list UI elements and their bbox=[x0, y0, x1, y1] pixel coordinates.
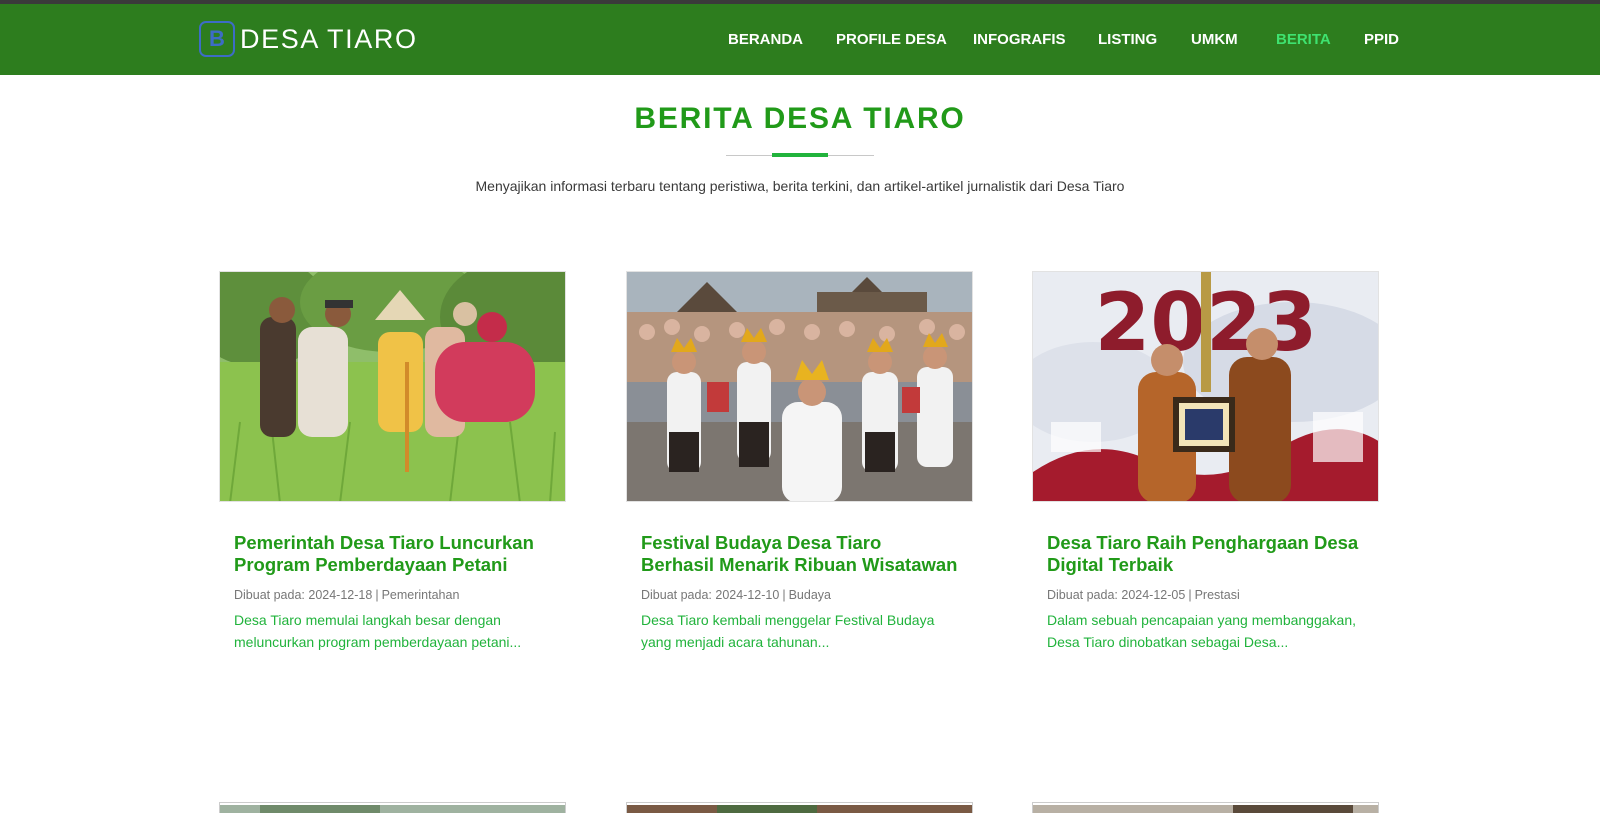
news-card-title[interactable]: Desa Tiaro Raih Penghargaan Desa Digital… bbox=[1047, 532, 1364, 576]
news-card-excerpt: Desa Tiaro kembali menggelar Festival Bu… bbox=[641, 612, 935, 650]
news-card-date: 2024-12-18 bbox=[308, 588, 373, 602]
nav-item-beranda[interactable]: BERANDA bbox=[728, 31, 803, 48]
news-card-date: 2024-12-05 bbox=[1121, 588, 1186, 602]
news-card-meta: Dibuat pada: 2024-12-05 | Prestasi bbox=[1047, 588, 1240, 602]
news-card-image-partial[interactable] bbox=[219, 802, 566, 813]
nav-item-umkm[interactable]: UMKM bbox=[1191, 31, 1238, 48]
news-card-category: Budaya bbox=[788, 588, 831, 602]
news-card-title[interactable]: Pemerintah Desa Tiaro Luncurkan Program … bbox=[234, 532, 551, 576]
news-card-category: Prestasi bbox=[1194, 588, 1240, 602]
nav-item-listing[interactable]: LISTING bbox=[1098, 31, 1157, 48]
meta-label: Dibuat pada: bbox=[234, 588, 305, 602]
news-card-excerpt: Dalam sebuah pencapaian yang membanggaka… bbox=[1047, 612, 1356, 650]
title-divider-accent bbox=[772, 153, 828, 157]
navbar: B DESA TIARO BERANDA PROFILE DESA INFOGR… bbox=[0, 4, 1600, 75]
news-card-excerpt: Desa Tiaro memulai langkah besar dengan … bbox=[234, 612, 522, 650]
news-card-meta: Dibuat pada: 2024-12-18 | Pemerintahan bbox=[234, 588, 460, 602]
news-card-image-partial[interactable] bbox=[626, 802, 973, 813]
news-card-category: Pemerintahan bbox=[381, 588, 460, 602]
news-card-image[interactable] bbox=[626, 271, 973, 502]
news-card-title[interactable]: Festival Budaya Desa Tiaro Berhasil Mena… bbox=[641, 532, 958, 576]
news-card-image[interactable]: 2023 bbox=[1032, 271, 1379, 502]
news-card-meta: Dibuat pada: 2024-12-10 | Budaya bbox=[641, 588, 831, 602]
news-card[interactable]: 2023 Desa Tiaro Raih Penghargaan Desa Di… bbox=[1032, 271, 1379, 653]
page-subtitle: Menyajikan informasi terbaru tentang per… bbox=[475, 178, 1125, 194]
nav-item-berita[interactable]: BERITA bbox=[1276, 31, 1331, 48]
nav-item-infografis[interactable]: INFOGRAFIS bbox=[973, 31, 1066, 48]
news-card[interactable]: Festival Budaya Desa Tiaro Berhasil Mena… bbox=[626, 271, 973, 653]
news-card-image-partial[interactable] bbox=[1032, 802, 1379, 813]
page-title: BERITA DESA TIARO bbox=[634, 102, 966, 135]
main-nav: BERANDA PROFILE DESA INFOGRAFIS LISTING … bbox=[0, 31, 1600, 55]
nav-item-ppid[interactable]: PPID bbox=[1364, 31, 1399, 48]
nav-item-profile-desa[interactable]: PROFILE DESA bbox=[836, 31, 947, 48]
meta-label: Dibuat pada: bbox=[1047, 588, 1118, 602]
meta-label: Dibuat pada: bbox=[641, 588, 712, 602]
news-card-date: 2024-12-10 bbox=[715, 588, 780, 602]
news-card-image[interactable] bbox=[219, 271, 566, 502]
news-card[interactable]: Pemerintah Desa Tiaro Luncurkan Program … bbox=[219, 271, 566, 653]
